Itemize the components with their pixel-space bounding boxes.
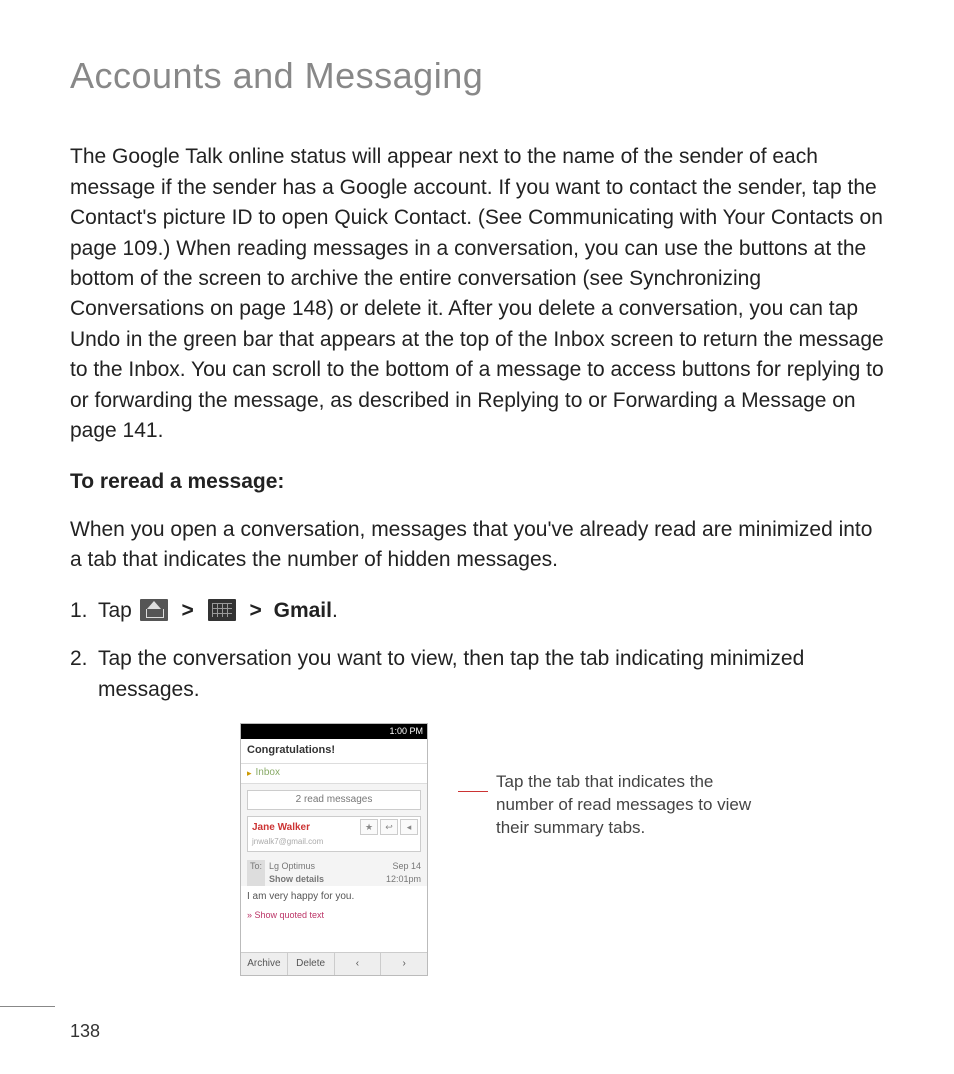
show-quoted-link[interactable]: » Show quoted text xyxy=(241,909,427,952)
more-icon[interactable]: ◂ xyxy=(400,819,418,835)
step-2: 2. Tap the conversation you want to view… xyxy=(70,644,884,705)
show-details-link[interactable]: Show details xyxy=(269,874,324,884)
reply-icon[interactable]: ↩ xyxy=(380,819,398,835)
message-body: I am very happy for you. xyxy=(241,886,427,909)
apps-grid-icon xyxy=(208,599,236,621)
message-subject: Congratulations! xyxy=(241,739,427,764)
step-1-pre: Tap xyxy=(98,599,138,622)
delete-button[interactable]: Delete xyxy=(288,953,335,976)
page-number: 138 xyxy=(70,1018,100,1044)
message-time: 12:01pm xyxy=(386,874,421,884)
read-messages-tab[interactable]: 2 read messages xyxy=(247,790,421,811)
chevron-icon: > xyxy=(182,596,194,626)
phone-screenshot: 1:00 PM Congratulations! Inbox 2 read me… xyxy=(240,723,428,976)
status-bar: 1:00 PM xyxy=(241,724,427,739)
page-title: Accounts and Messaging xyxy=(70,50,884,102)
step-1-number: 1. xyxy=(70,596,98,626)
inbox-label: Inbox xyxy=(241,764,427,784)
step-1-end: . xyxy=(332,599,338,622)
callout-text: Tap the tab that indicates the number of… xyxy=(496,771,756,840)
to-value: Lg Optimus xyxy=(269,861,315,871)
chevron-icon: > xyxy=(250,596,262,626)
to-label: To: xyxy=(247,860,265,886)
prev-button[interactable]: ‹ xyxy=(335,953,382,976)
subheading-reread: To reread a message: xyxy=(70,467,884,497)
step-1: 1. Tap > > Gmail. xyxy=(70,596,884,626)
step-2-number: 2. xyxy=(70,644,98,705)
callout-leader-line xyxy=(458,791,488,792)
message-date: Sep 14 xyxy=(392,861,421,871)
next-button[interactable]: › xyxy=(381,953,427,976)
reread-description: When you open a conversation, messages t… xyxy=(70,515,884,576)
gmail-label: Gmail xyxy=(274,599,332,622)
home-icon xyxy=(140,599,168,621)
sender-email: jnwalk7@gmail.com xyxy=(252,836,416,848)
star-icon[interactable]: ★ xyxy=(360,819,378,835)
message-header: Jane Walker jnwalk7@gmail.com ★ ↩ ◂ xyxy=(247,816,421,852)
step-2-text: Tap the conversation you want to view, t… xyxy=(98,644,884,705)
intro-paragraph: The Google Talk online status will appea… xyxy=(70,142,884,446)
archive-button[interactable]: Archive xyxy=(241,953,288,976)
